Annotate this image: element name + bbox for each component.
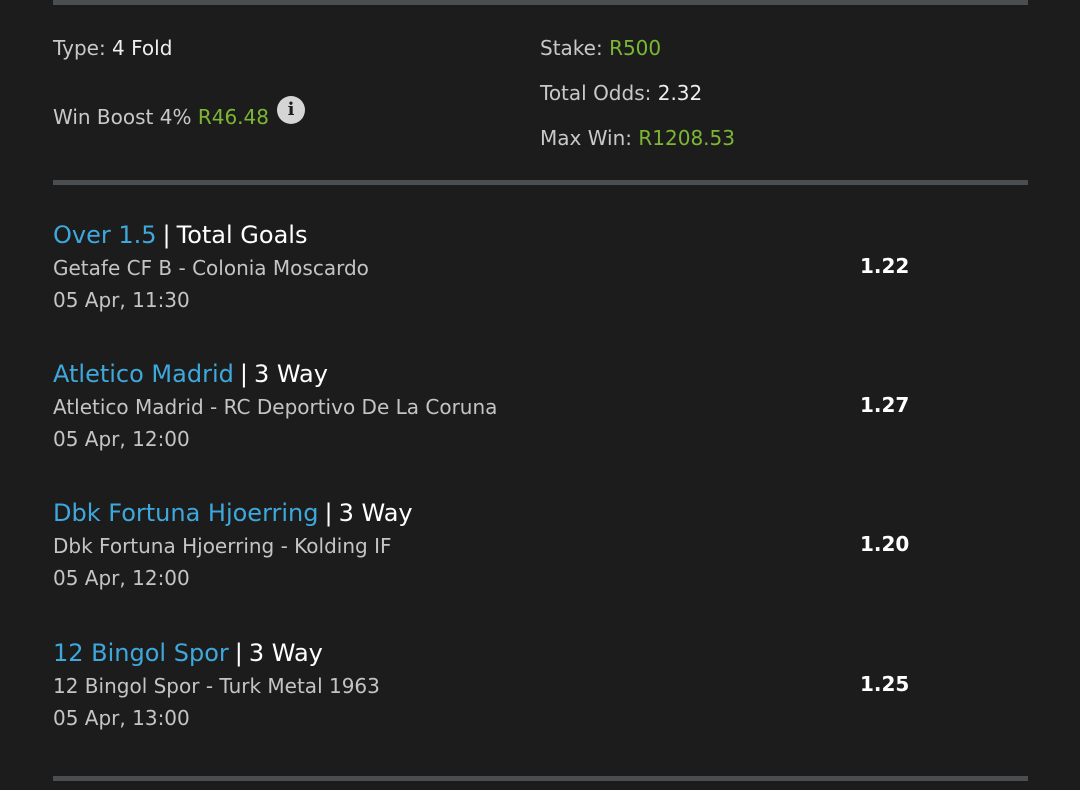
- selection-date: 05 Apr, 12:00: [53, 566, 190, 590]
- win-boost-label: Win Boost 4%: [53, 105, 198, 129]
- stake-value: R500: [609, 36, 662, 60]
- selection-match: 12 Bingol Spor - Turk Metal 1963: [53, 674, 380, 698]
- selection-match: Dbk Fortuna Hjoerring - Kolding IF: [53, 534, 392, 558]
- summary-divider: [53, 180, 1028, 185]
- selection-item: 12 Bingol Spor | 3 Way 12 Bingol Spor - Tu…: [53, 638, 1028, 748]
- selection-odds: 1.27: [860, 393, 910, 417]
- win-boost-value: R46.48: [197, 105, 269, 129]
- selection-market: Total Goals: [176, 221, 308, 249]
- total-odds-label: Total Odds:: [540, 81, 658, 105]
- selection-item: Dbk Fortuna Hjoerring | 3 Way Dbk Fortuna …: [53, 498, 1028, 608]
- win-boost: Win Boost 4% R46.48: [53, 105, 269, 129]
- selection-pick: 12 Bingol Spor: [53, 639, 229, 667]
- selection-separator: |: [324, 499, 333, 527]
- selection-market: 3 Way: [253, 360, 328, 388]
- total-odds: Total Odds: 2.32: [540, 81, 702, 105]
- selection-title: Dbk Fortuna Hjoerring | 3 Way: [53, 498, 413, 528]
- selection-odds: 1.20: [860, 532, 910, 556]
- stake: Stake: R500: [540, 36, 661, 60]
- max-win: Max Win: R1208.53: [540, 126, 735, 150]
- selection-title: Atletico Madrid | 3 Way: [53, 359, 328, 389]
- bet-type: Type: 4 Fold: [53, 36, 172, 60]
- top-divider: [53, 0, 1028, 5]
- selection-pick: Over 1.5: [53, 221, 157, 249]
- selection-separator: |: [239, 360, 248, 388]
- bottom-divider: [53, 776, 1028, 781]
- selection-market: 3 Way: [248, 639, 323, 667]
- total-odds-value: 2.32: [657, 81, 703, 105]
- selection-pick: Atletico Madrid: [53, 360, 234, 388]
- selection-title: 12 Bingol Spor | 3 Way: [53, 638, 323, 668]
- selection-odds: 1.22: [860, 254, 910, 278]
- selection-market: 3 Way: [338, 499, 413, 527]
- bet-receipt: Type: 4 Fold Win Boost 4% R46.48 i Stake…: [0, 0, 1080, 790]
- selection-match: Atletico Madrid - RC Deportivo De La Cor…: [53, 395, 498, 419]
- selection-date: 05 Apr, 11:30: [53, 288, 190, 312]
- selection-separator: |: [162, 221, 171, 249]
- selection-item: Over 1.5 | Total Goals Getafe CF B - Colon…: [53, 220, 1028, 330]
- selection-date: 05 Apr, 12:00: [53, 427, 190, 451]
- info-icon[interactable]: i: [277, 96, 305, 124]
- bet-type-label: Type:: [53, 36, 113, 60]
- selection-odds: 1.25: [860, 672, 910, 696]
- selection-item: Atletico Madrid | 3 Way Atletico Madrid - …: [53, 359, 1028, 469]
- selection-title: Over 1.5 | Total Goals: [53, 220, 307, 250]
- max-win-label: Max Win:: [540, 126, 639, 150]
- selection-date: 05 Apr, 13:00: [53, 706, 190, 730]
- selection-separator: |: [234, 639, 243, 667]
- bet-type-value: 4 Fold: [112, 36, 173, 60]
- max-win-value: R1208.53: [638, 126, 735, 150]
- selection-match: Getafe CF B - Colonia Moscardo: [53, 256, 369, 280]
- stake-label: Stake:: [540, 36, 610, 60]
- selection-pick: Dbk Fortuna Hjoerring: [53, 499, 319, 527]
